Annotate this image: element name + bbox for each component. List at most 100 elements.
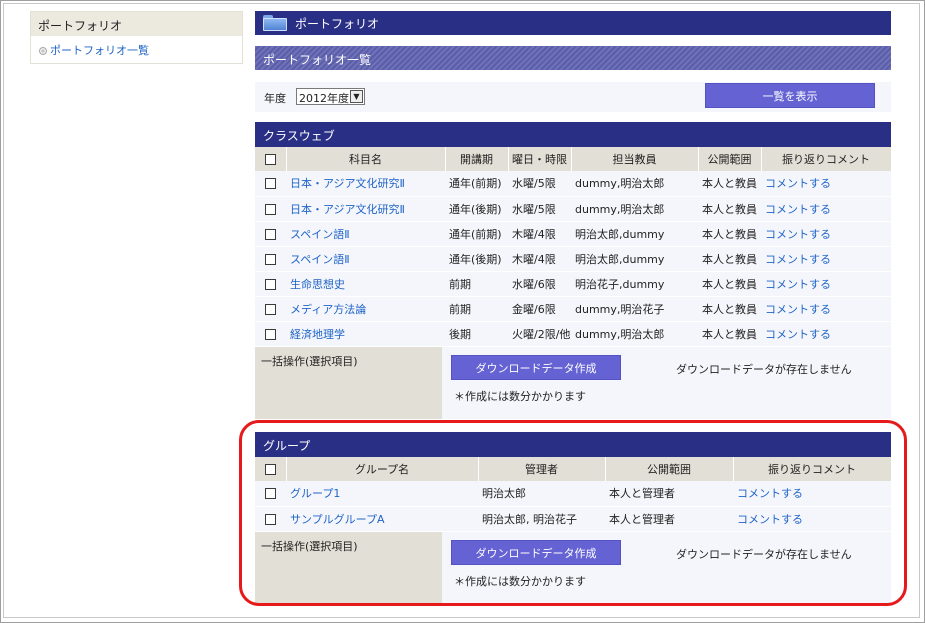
column-header: 曜日・時限 xyxy=(508,147,572,171)
teacher-cell: dummy,明治太郎 xyxy=(571,171,698,197)
bulk-action-label: 一括操作(選択項目) xyxy=(255,531,442,604)
term-cell: 前期 xyxy=(445,296,508,322)
teacher-cell: 明治太郎,dummy xyxy=(571,221,698,247)
course-link[interactable]: 経済地理学 xyxy=(290,328,345,341)
table-row: グループ1 明治太郎 本人と管理者 コメントする xyxy=(255,481,891,507)
comment-link[interactable]: コメントする xyxy=(765,328,831,341)
column-header: 管理者 xyxy=(478,457,606,481)
classweb-bulk-actions: 一括操作(選択項目) ダウンロードデータ作成 ダウンロードデータが存在しません … xyxy=(255,346,891,419)
column-header: 振り返りコメント xyxy=(761,147,892,171)
group-title: グループ xyxy=(255,432,891,457)
teacher-cell: 明治花子,dummy xyxy=(571,271,698,297)
group-table: グループ名 管理者 公開範囲 振り返りコメント グループ1 明治太郎 本人と管理… xyxy=(255,457,892,532)
row-checkbox[interactable] xyxy=(255,246,286,272)
comment-link[interactable]: コメントする xyxy=(765,203,831,216)
year-label: 年度 xyxy=(264,92,286,105)
term-cell: 通年(後期) xyxy=(445,246,508,272)
scope-cell: 本人と教員 xyxy=(698,171,761,197)
create-download-button[interactable]: ダウンロードデータ作成 xyxy=(451,354,621,380)
scope-cell: 本人と教員 xyxy=(698,271,761,297)
row-checkbox[interactable] xyxy=(255,196,286,222)
folder-icon xyxy=(263,15,287,31)
table-row: 生命思想史 前期 水曜/6限 明治花子,dummy 本人と教員 コメントする xyxy=(255,271,891,297)
classweb-title: クラスウェブ xyxy=(255,122,891,147)
row-checkbox[interactable] xyxy=(255,296,286,322)
teacher-cell: dummy,明治太郎 xyxy=(571,321,698,347)
classweb-section: クラスウェブ 科目名 開講期 曜日・時限 担当教員 公開範囲 振り返りコメント … xyxy=(255,122,892,419)
download-status: ダウンロードデータが存在しません xyxy=(676,547,852,561)
bulk-action-panel: ダウンロードデータ作成 ダウンロードデータが存在しません ＊作成には数分かかりま… xyxy=(442,531,891,604)
scope-cell: 本人と教員 xyxy=(698,296,761,322)
comment-link[interactable]: コメントする xyxy=(765,228,831,241)
create-download-button[interactable]: ダウンロードデータ作成 xyxy=(451,539,621,565)
time-cell: 水曜/6限 xyxy=(508,271,571,297)
scope-cell: 本人と管理者 xyxy=(605,481,733,507)
download-note: ＊作成には数分かかります xyxy=(454,389,586,403)
bulk-action-panel: ダウンロードデータ作成 ダウンロードデータが存在しません ＊作成には数分かかりま… xyxy=(442,346,891,419)
term-cell: 前期 xyxy=(445,271,508,297)
download-note: ＊作成には数分かかります xyxy=(454,574,586,588)
sidebar-item-portfolio-list[interactable]: ポートフォリオ一覧 xyxy=(31,36,242,64)
group-bulk-actions: 一括操作(選択項目) ダウンロードデータ作成 ダウンロードデータが存在しません … xyxy=(255,531,891,604)
select-all-checkbox[interactable] xyxy=(255,457,287,481)
course-link[interactable]: 生命思想史 xyxy=(290,278,345,291)
time-cell: 水曜/5限 xyxy=(508,196,571,222)
comment-link[interactable]: コメントする xyxy=(765,253,831,266)
column-header: 公開範囲 xyxy=(698,147,762,171)
scope-cell: 本人と教員 xyxy=(698,221,761,247)
year-select[interactable]: 2012年度 ▼ xyxy=(296,88,365,105)
term-cell: 通年(後期) xyxy=(445,196,508,222)
show-list-button[interactable]: 一覧を表示 xyxy=(705,83,875,108)
row-checkbox[interactable] xyxy=(255,506,286,532)
year-filter-row: 年度 2012年度 ▼ 一覧を表示 xyxy=(255,82,891,112)
sidebar: ポートフォリオ ポートフォリオ一覧 xyxy=(30,11,243,64)
sidebar-title: ポートフォリオ xyxy=(31,12,242,36)
table-row: メディア方法論 前期 金曜/6限 dummy,明治花子 本人と教員 コメントする xyxy=(255,296,891,322)
comment-link[interactable]: コメントする xyxy=(737,487,803,500)
teacher-cell: dummy,明治花子 xyxy=(571,296,698,322)
table-row: スペイン語Ⅱ 通年(後期) 木曜/4限 明治太郎,dummy 本人と教員 コメン… xyxy=(255,246,891,272)
dropdown-arrow-icon: ▼ xyxy=(350,90,363,103)
term-cell: 通年(前期) xyxy=(445,171,508,197)
table-row: 日本・アジア文化研究Ⅱ 通年(後期) 水曜/5限 dummy,明治太郎 本人と教… xyxy=(255,196,891,222)
course-link[interactable]: 日本・アジア文化研究Ⅱ xyxy=(290,203,405,216)
time-cell: 火曜/2限/他 xyxy=(508,321,571,347)
select-all-checkbox[interactable] xyxy=(255,147,287,171)
time-cell: 水曜/5限 xyxy=(508,171,571,197)
section-subtitle: ポートフォリオ一覧 xyxy=(255,46,891,70)
row-checkbox[interactable] xyxy=(255,481,286,507)
admin-cell: 明治太郎, 明治花子 xyxy=(478,506,605,532)
course-link[interactable]: 日本・アジア文化研究Ⅱ xyxy=(290,177,405,190)
teacher-cell: dummy,明治太郎 xyxy=(571,196,698,222)
scope-cell: 本人と管理者 xyxy=(605,506,733,532)
comment-link[interactable]: コメントする xyxy=(737,513,803,526)
admin-cell: 明治太郎 xyxy=(478,481,605,507)
scope-cell: 本人と教員 xyxy=(698,196,761,222)
time-cell: 木曜/4限 xyxy=(508,246,571,272)
classweb-table: 科目名 開講期 曜日・時限 担当教員 公開範囲 振り返りコメント 日本・アジア文… xyxy=(255,147,892,347)
column-header: 振り返りコメント xyxy=(733,457,892,481)
row-checkbox[interactable] xyxy=(255,171,286,197)
term-cell: 後期 xyxy=(445,321,508,347)
column-header: 科目名 xyxy=(286,147,446,171)
bullet-icon xyxy=(39,47,47,55)
comment-link[interactable]: コメントする xyxy=(765,177,831,190)
course-link[interactable]: メディア方法論 xyxy=(290,303,366,316)
time-cell: 金曜/6限 xyxy=(508,296,571,322)
table-row: スペイン語Ⅱ 通年(前期) 木曜/4限 明治太郎,dummy 本人と教員 コメン… xyxy=(255,221,891,247)
course-link[interactable]: スペイン語Ⅱ xyxy=(290,228,350,241)
row-checkbox[interactable] xyxy=(255,221,286,247)
group-link[interactable]: サンプルグループA xyxy=(290,513,385,526)
time-cell: 木曜/4限 xyxy=(508,221,571,247)
column-header: 開講期 xyxy=(445,147,509,171)
comment-link[interactable]: コメントする xyxy=(765,303,831,316)
row-checkbox[interactable] xyxy=(255,321,286,347)
group-link[interactable]: グループ1 xyxy=(290,487,340,500)
scope-cell: 本人と教員 xyxy=(698,246,761,272)
page-title: ポートフォリオ xyxy=(295,16,380,31)
column-header: グループ名 xyxy=(286,457,479,481)
year-select-value: 2012年度 xyxy=(299,92,349,105)
comment-link[interactable]: コメントする xyxy=(765,278,831,291)
row-checkbox[interactable] xyxy=(255,271,286,297)
course-link[interactable]: スペイン語Ⅱ xyxy=(290,253,350,266)
